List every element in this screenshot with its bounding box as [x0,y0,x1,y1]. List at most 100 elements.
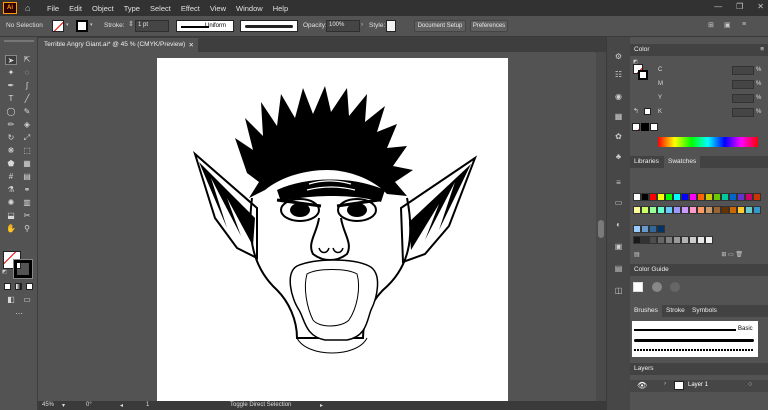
brush-definition[interactable] [240,20,298,32]
color-swatch[interactable] [681,236,689,244]
harmony-base-swatch[interactable] [633,282,643,292]
color-mode-icon[interactable] [4,283,11,290]
canvas-area[interactable] [38,52,595,401]
color-swatch[interactable] [657,236,665,244]
swatches-icon[interactable]: ▦ [613,111,624,122]
layer-row[interactable]: 👁 › Layer 1 ○ [630,380,768,392]
tab-brushes[interactable]: Brushes [630,305,662,317]
minimize-icon[interactable]: — [714,2,722,11]
menu-select[interactable]: Select [150,4,171,13]
color-swatch[interactable] [729,206,737,214]
color-swatch[interactable] [649,193,657,201]
stroke-swatch[interactable] [76,20,88,32]
gradient-tool-icon[interactable]: ▤ [21,172,33,182]
color-swatch[interactable] [681,206,689,214]
brushes-icon[interactable]: ✿ [613,131,624,142]
stroke-stepper-icon[interactable]: ⇕ [128,20,134,28]
color-swatch[interactable] [737,206,745,214]
properties-icon[interactable]: ⚙ [613,51,624,62]
color-stroke-swatch[interactable] [638,70,648,80]
chevron-down-icon[interactable]: ▾ [62,402,65,409]
color-swatch[interactable] [641,236,649,244]
opacity-field[interactable]: 100% [326,20,360,32]
layer-name[interactable]: Layer 1 [688,382,708,388]
ellipse-tool-icon[interactable]: ◯ [5,107,17,117]
color-swatch[interactable] [649,236,657,244]
pen-tool-icon[interactable]: ✒ [5,81,17,91]
menu-help[interactable]: Help [273,4,288,13]
screen-mode-icon[interactable]: ▭ [21,295,33,305]
align-icon[interactable]: ⊞ [708,21,714,29]
artboard[interactable] [157,58,508,401]
color-swatch[interactable] [737,193,745,201]
color-swatch[interactable] [649,206,657,214]
home-icon[interactable]: ⌂ [25,3,37,13]
color-swatch[interactable] [689,193,697,201]
color-swatch[interactable] [721,206,729,214]
curvature-tool-icon[interactable]: ∫ [21,81,33,91]
color-swatch[interactable] [633,225,641,233]
document-tab[interactable]: Terrible Angry Giant.ai* @ 45 % (CMYK/Pr… [38,38,198,52]
menu-effect[interactable]: Effect [181,4,200,13]
color-swatch[interactable] [657,225,665,233]
color-swatch[interactable] [745,206,753,214]
harmony-rules-icon[interactable] [652,282,662,292]
color-swatch[interactable] [753,193,761,201]
rotation-value[interactable]: 0° [86,402,92,408]
prev-artboard-icon[interactable]: ◂ [120,402,123,409]
color-swatch[interactable] [657,206,665,214]
color-swatch[interactable] [633,206,641,214]
color-swatch[interactable] [705,236,713,244]
chevron-down-icon[interactable]: ▾ [66,22,71,30]
variable-width-profile[interactable]: Uniform [176,20,234,32]
eyedropper-icon[interactable]: ⚗ [5,185,17,195]
color-swatch[interactable] [705,193,713,201]
line-tool-icon[interactable]: ╱ [21,94,33,104]
library-icon[interactable]: ▤ [634,252,640,258]
none-swatch[interactable] [632,123,640,131]
color-swatch[interactable] [705,206,713,214]
graphic-style-swatch[interactable] [386,20,396,32]
graph-tool-icon[interactable]: ▥ [21,198,33,208]
chevron-right-icon[interactable]: › [361,22,363,28]
perspective-grid-icon[interactable]: ▦ [21,159,33,169]
color-swatch[interactable] [665,236,673,244]
menu-type[interactable]: Type [124,4,140,13]
slice-tool-icon[interactable]: ✂ [21,211,33,221]
black-swatch[interactable] [641,123,649,131]
color-swatch[interactable] [665,206,673,214]
paintbrush-icon[interactable]: ✎ [21,107,33,117]
basic-brush-stroke[interactable] [634,329,736,331]
new-swatch-icon[interactable]: ⊞ [721,252,726,258]
expand-icon[interactable]: › [664,381,666,387]
none-mode-icon[interactable] [26,283,33,290]
tab-libraries[interactable]: Libraries [634,158,659,165]
close-icon[interactable]: ✕ [757,2,764,11]
edit-colors-icon[interactable] [670,282,680,292]
menu-view[interactable]: View [210,4,226,13]
toolbar-grip[interactable] [4,40,34,42]
pencil-icon[interactable]: ✏ [5,120,17,130]
white-swatch[interactable] [644,108,651,115]
libraries-icon[interactable]: ☷ [613,69,624,80]
color-swatch[interactable] [729,193,737,201]
maximize-icon[interactable]: ❐ [736,2,743,11]
type-tool-icon[interactable]: T [5,94,17,104]
menu-file[interactable]: File [47,4,59,13]
mesh-tool-icon[interactable]: # [5,172,17,182]
color-guide-header[interactable]: Color Guide [630,264,768,276]
direct-selection-tool-icon[interactable]: ⇱ [21,55,33,65]
color-swatch[interactable] [641,225,649,233]
rough-brush[interactable] [634,349,754,351]
zoom-tool-icon[interactable]: ⚲ [21,224,33,234]
color-swatch[interactable] [713,193,721,201]
color-swatch[interactable] [641,206,649,214]
color-swatch[interactable] [673,193,681,201]
delete-icon[interactable]: 🗑 [735,252,743,258]
appearance-icon[interactable]: ▣ [613,241,624,252]
chevron-down-icon[interactable]: ▾ [90,22,93,28]
cyan-field[interactable] [732,66,754,75]
color-swatch[interactable] [641,193,649,201]
arrow-up-icon[interactable]: ↰ [633,107,641,115]
vertical-scrollbar[interactable] [596,52,606,401]
